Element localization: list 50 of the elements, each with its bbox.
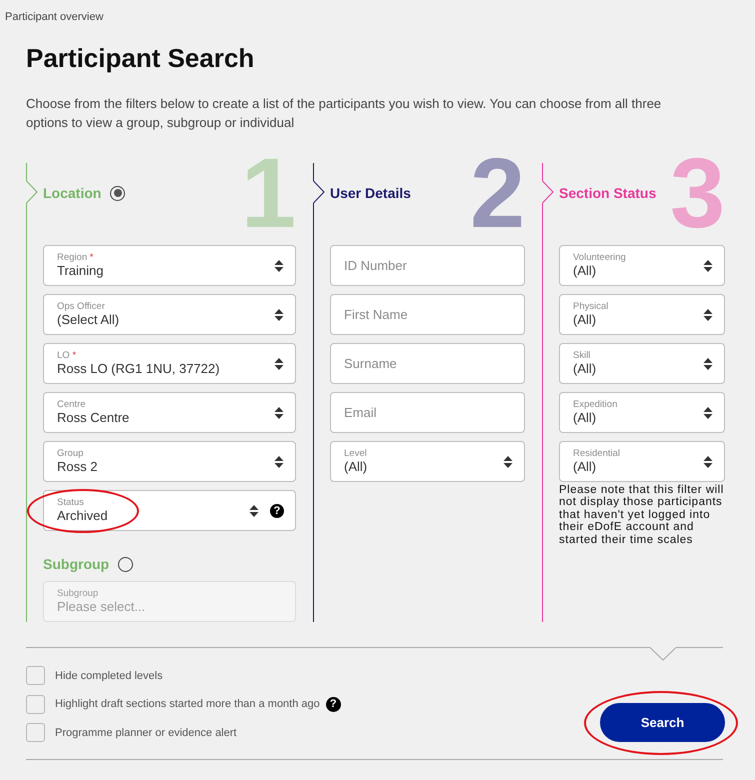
select-field[interactable]: Ops Officer (Select All) bbox=[43, 294, 296, 335]
text-input[interactable]: Email bbox=[330, 392, 525, 433]
option-label: Programme planner or evidence alert bbox=[55, 726, 237, 740]
select-field[interactable]: Volunteering (All) bbox=[559, 245, 725, 286]
select-field[interactable]: Region * Training bbox=[43, 245, 296, 286]
option-label: Hide completed levels bbox=[55, 668, 163, 682]
search-button[interactable]: Search bbox=[600, 703, 725, 742]
sort-icon bbox=[703, 454, 713, 468]
checkbox[interactable] bbox=[26, 723, 45, 742]
text-input[interactable]: Surname bbox=[330, 343, 525, 384]
radio-button[interactable] bbox=[110, 186, 126, 200]
select-field[interactable]: Status Archived ? bbox=[43, 490, 296, 531]
sort-icon bbox=[703, 356, 713, 370]
description-text: Choose from the filters below to create a list of the participants you wish to view. You can choose from all three options to view a group, subgroup or individual bbox=[26, 95, 662, 132]
sort-icon bbox=[703, 258, 713, 272]
note-text: Please note that this filter will not display those participants that haven't yet logged into their eDofE account and started their time scales bbox=[559, 484, 725, 546]
step-number: 3 bbox=[670, 157, 725, 229]
radio-button[interactable] bbox=[118, 556, 134, 572]
page-title: Participant Search bbox=[26, 42, 254, 74]
sort-icon bbox=[274, 454, 284, 468]
sort-icon bbox=[274, 406, 284, 420]
text-input[interactable]: ID Number bbox=[330, 245, 525, 286]
text-input[interactable]: First Name bbox=[330, 294, 525, 335]
section-title: Subgroup bbox=[43, 555, 110, 573]
breadcrumb: Participant overview bbox=[4, 10, 104, 24]
select-field[interactable]: Skill (All) bbox=[559, 343, 725, 384]
select-field[interactable]: Centre Ross Centre bbox=[43, 392, 296, 433]
sort-icon bbox=[503, 454, 513, 468]
section-title: Location bbox=[43, 184, 102, 202]
select-field[interactable]: Residential (All) bbox=[559, 441, 725, 482]
sort-icon bbox=[274, 308, 284, 322]
select-field[interactable]: Group Ross 2 bbox=[43, 441, 296, 482]
sort-icon bbox=[274, 258, 284, 272]
step-number: 2 bbox=[470, 157, 525, 229]
sort-icon bbox=[274, 356, 284, 370]
select-field[interactable]: Level (All) bbox=[330, 441, 525, 482]
select-field[interactable]: LO * Ross LO (RG1 1NU, 37722) bbox=[43, 343, 296, 384]
select-field[interactable]: Physical (All) bbox=[559, 294, 725, 335]
checkbox[interactable] bbox=[26, 666, 45, 685]
sort-icon bbox=[703, 406, 713, 420]
section-title: User Details bbox=[330, 184, 411, 202]
step-number: 1 bbox=[240, 157, 296, 229]
section-title: Section Status bbox=[559, 184, 656, 202]
sort-icon bbox=[703, 308, 713, 322]
help-icon[interactable]: ? bbox=[326, 696, 341, 712]
option-label: Highlight draft sections started more than a month ago bbox=[55, 697, 320, 711]
checkbox[interactable] bbox=[26, 694, 45, 714]
help-icon[interactable]: ? bbox=[270, 504, 284, 518]
select-field[interactable]: Expedition (All) bbox=[559, 392, 725, 433]
sort-icon bbox=[249, 504, 259, 518]
